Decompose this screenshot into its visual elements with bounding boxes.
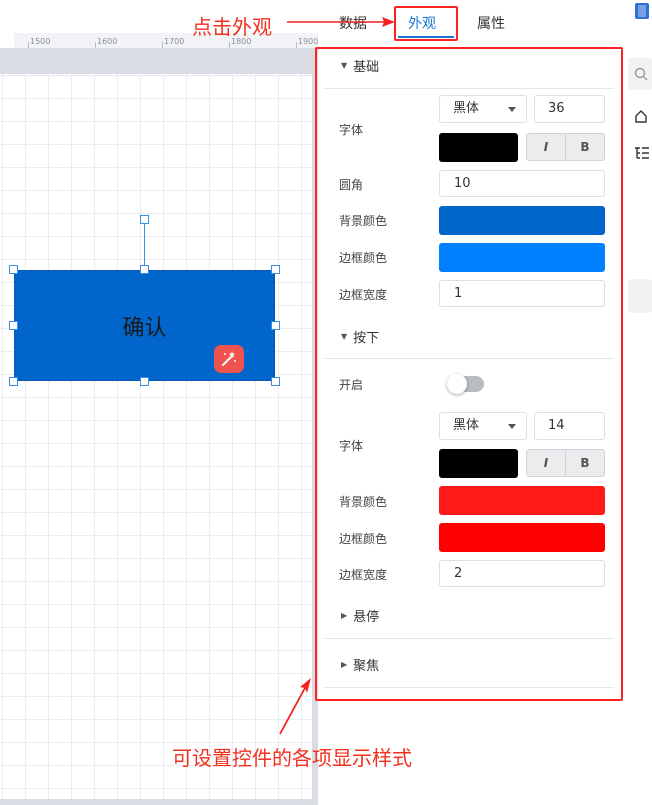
tree-list-icon[interactable] [634, 145, 650, 164]
home-icon[interactable] [634, 108, 648, 127]
annotation-style-hint: 可设置控件的各项显示样式 [172, 746, 412, 770]
book-icon[interactable] [634, 2, 650, 24]
resize-handle-l[interactable] [9, 321, 18, 330]
search-icon[interactable] [634, 66, 648, 85]
magic-wand-icon[interactable] [214, 345, 244, 373]
ruler-tick: 1900 [298, 37, 318, 46]
resize-handle-tr[interactable] [271, 265, 280, 274]
resize-handle-t[interactable] [140, 265, 149, 274]
canvas-top-bar [0, 48, 318, 74]
resize-handle-bl[interactable] [9, 377, 18, 386]
resize-handle-b[interactable] [140, 377, 149, 386]
annotation-panel-highlight [315, 47, 623, 701]
horizontal-ruler: 1500 1600 1700 1800 1900 [14, 33, 318, 49]
collapsed-panel-tab[interactable] [628, 279, 652, 313]
tab-properties[interactable]: 属性 [477, 13, 505, 33]
rotation-line [144, 224, 145, 270]
annotation-arrow-right [287, 17, 395, 27]
canvas-grid [0, 48, 318, 800]
resize-handle-br[interactable] [271, 377, 280, 386]
design-canvas[interactable]: 1500 1600 1700 1800 1900 确认 [0, 0, 318, 805]
canvas-bottom-edge [0, 799, 318, 805]
resize-handle-tl[interactable] [9, 265, 18, 274]
rotate-handle[interactable] [140, 215, 149, 224]
ruler-tick: 1700 [164, 37, 185, 46]
resize-handle-r[interactable] [271, 321, 280, 330]
annotation-tab-highlight [394, 6, 458, 41]
annotation-arrow-up [279, 678, 311, 735]
button-widget-text: 确认 [122, 315, 167, 341]
annotation-click-appearance: 点击外观 [192, 15, 272, 39]
ruler-tick: 1500 [30, 37, 51, 46]
ruler-tick: 1600 [97, 37, 118, 46]
